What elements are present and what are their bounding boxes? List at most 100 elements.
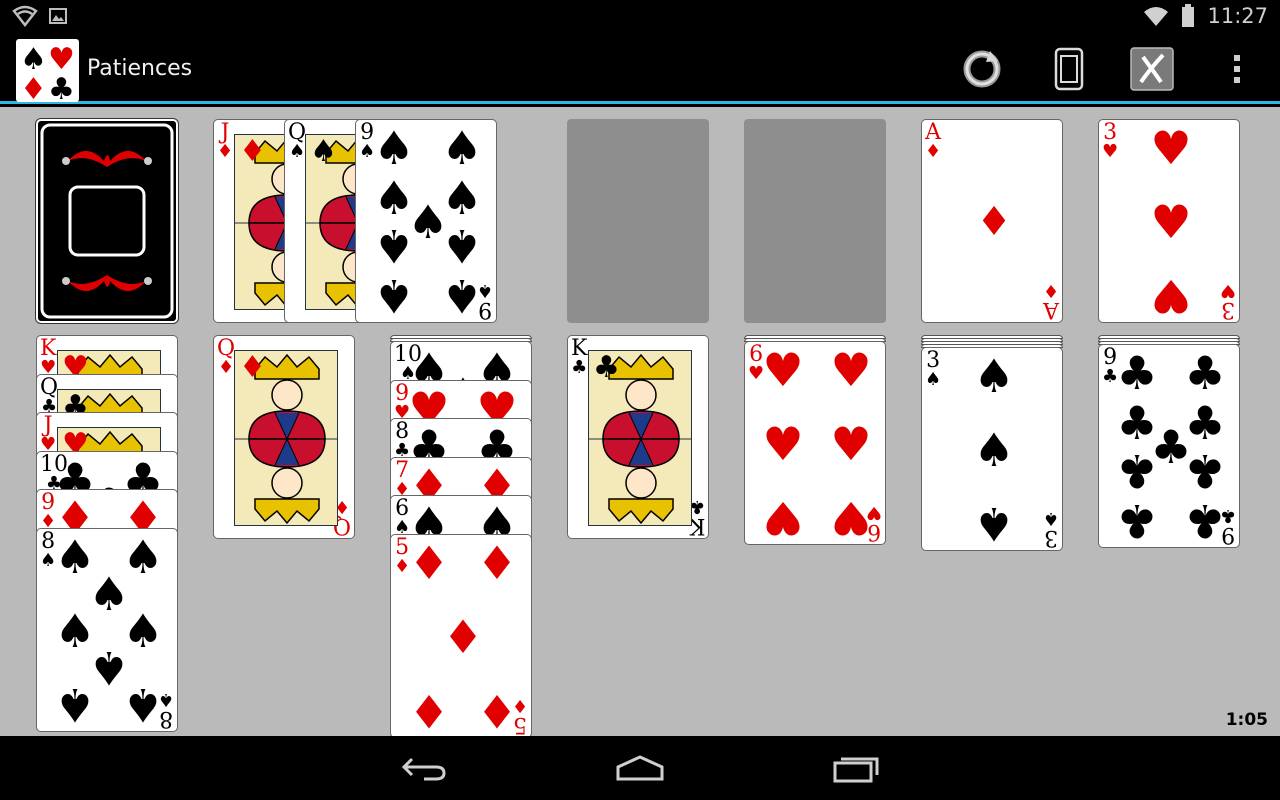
card-suit-icon: ♥: [762, 343, 804, 397]
card-index: J♥: [40, 415, 56, 454]
card-index: 3 ♥: [1102, 122, 1118, 161]
card-rank: 3: [1220, 297, 1235, 322]
navigation-bar: [0, 736, 1280, 800]
card-suit-icon: ♦: [239, 134, 266, 169]
card-suit-icon: ♣: [571, 357, 588, 378]
card-pips: ♦ ♦ ♦ ♦ ♦: [408, 540, 517, 737]
card-suit-icon: ♠: [925, 369, 942, 390]
tableau-card[interactable]: K ♣ K ♣ ♣: [567, 335, 709, 539]
foundation-slot-empty[interactable]: [567, 119, 709, 323]
card-index: 3 ♠: [1042, 508, 1059, 550]
restart-icon: [963, 50, 1001, 88]
card-suit-icon: ♠: [973, 497, 1015, 551]
tableau-card[interactable]: 3 ♠ 3 ♠ ♠ ♠ ♠: [921, 347, 1063, 551]
svg-text:♣: ♣: [48, 72, 75, 102]
card-suit-icon: ♠: [122, 678, 164, 732]
tableau-card[interactable]: 9 ♣ 9 ♣ ♣ ♣ ♣ ♣ ♣ ♣ ♣ ♣ ♣: [1098, 344, 1240, 548]
card-suit-icon: ♦: [442, 610, 484, 664]
card-suit-icon: ♠: [441, 219, 483, 273]
card-suit-icon: ♦: [217, 357, 235, 378]
wifi-icon: [1144, 7, 1169, 26]
card-suit-icon: ♠: [973, 423, 1015, 477]
card-suit-icon: ♠: [54, 678, 96, 732]
card-index: Q♠: [288, 122, 306, 161]
tableau-card[interactable]: 8 ♠ 8 ♠ ♠ ♠ ♠ ♠ ♠ ♠ ♠ ♠: [36, 528, 178, 732]
court-figure: ♦: [234, 350, 338, 526]
card-suit-icon: ♦: [408, 684, 450, 738]
cancel-icon: [1130, 47, 1174, 91]
recent-apps-button[interactable]: [827, 750, 887, 786]
card-index: 3 ♠: [925, 350, 941, 389]
card-pips: ♠ ♠ ♠: [944, 349, 1044, 551]
card-suit-icon: ♥: [830, 417, 872, 471]
game-timer: 1:05: [1225, 710, 1268, 730]
card-suit-icon: ♠: [288, 141, 306, 162]
card-suit-icon: ♠: [441, 269, 483, 323]
card-suit-icon: ♦: [1042, 280, 1059, 301]
overflow-menu-button[interactable]: [1214, 46, 1260, 92]
action-bar: ♠ ♥ ♦ ♣ Patiences: [0, 34, 1280, 104]
card-index: K ♣: [571, 338, 587, 377]
card-suit-icon: ♥: [1150, 269, 1192, 323]
card-index: Q♣: [40, 376, 58, 416]
card-pips: ♥ ♥ ♥ ♥ ♥ ♥: [762, 347, 871, 544]
back-icon: [401, 757, 446, 781]
stock-pile[interactable]: [36, 119, 178, 323]
clock: 11:27: [1207, 4, 1268, 28]
card-suit-icon: ♥: [1150, 121, 1192, 175]
home-icon: [616, 755, 664, 781]
card-suit-icon: ♣: [1184, 494, 1226, 548]
card-suit-icon: ♦: [239, 350, 266, 385]
back-button[interactable]: [394, 750, 454, 786]
card-suit-icon: ♣: [1116, 494, 1158, 548]
card-rank: A: [1042, 297, 1059, 322]
card-pips: ♥ ♥ ♥: [1121, 121, 1221, 323]
card-suit-icon: ♥: [830, 343, 872, 397]
rotate-device-button[interactable]: [1046, 46, 1092, 92]
card-suit-icon: ♥: [1102, 141, 1119, 162]
card-suit-icon: ♣: [593, 350, 620, 385]
tableau-card[interactable]: 5 ♦ 5 ♦ ♦ ♦ ♦ ♦ ♦: [390, 534, 532, 738]
card-suit-icon: ♦: [976, 199, 1012, 245]
card-pips: ♦: [944, 128, 1044, 316]
app-logo-icon[interactable]: ♠ ♥ ♦ ♣: [16, 39, 79, 102]
overflow-menu-icon: [1234, 55, 1240, 83]
status-bar: 11:27: [0, 0, 1280, 34]
card-suit-icon: ♣: [1116, 346, 1158, 400]
foundation-card[interactable]: 3 ♥ 3 ♥ ♥ ♥ ♥: [1098, 119, 1240, 323]
card-pips: ♠ ♠ ♠ ♠ ♠ ♠ ♠ ♠: [54, 534, 163, 731]
card-suit-icon: ♠: [373, 121, 415, 175]
card-suit-icon: ♦: [217, 141, 234, 162]
card-suit-icon: ♥: [762, 417, 804, 471]
game-table: J♦J♦♦Q♠Q♠♠9♠9♠♠♠♠♠♠♠♠♠♠A♦A♦♦3♥3♥♥♥♥K♥K♥♥…: [0, 107, 1280, 738]
restart-button[interactable]: [959, 46, 1005, 92]
card-suit-icon: ♣: [1184, 444, 1226, 498]
card-suit-icon: ♠: [973, 349, 1015, 403]
foundation-slot-empty[interactable]: [744, 119, 886, 323]
card-suit-icon: ♠: [1042, 508, 1059, 529]
card-suit-icon: ♦: [476, 536, 518, 590]
court-figure: ♣: [588, 350, 692, 526]
foundation-card[interactable]: A ♦ A ♦ ♦: [921, 119, 1063, 323]
card-suit-icon: ♠: [441, 121, 483, 175]
card-suit-icon: ♥: [1219, 280, 1236, 301]
card-suit-icon: ♥: [1150, 195, 1192, 249]
card-suit-icon: ♥: [830, 491, 872, 545]
tableau-card[interactable]: Q ♦ Q ♦ ♦: [213, 335, 355, 539]
card-index: A ♦: [1042, 280, 1059, 322]
svg-text:♦: ♦: [20, 72, 47, 102]
waste-card[interactable]: 9 ♠ 9 ♠ ♠ ♠ ♠ ♠ ♠ ♠ ♠ ♠ ♠: [355, 119, 497, 323]
card-suit-icon: ♠: [373, 219, 415, 273]
rotate-device-icon: [1054, 47, 1084, 91]
card-suit-icon: ♣: [1116, 444, 1158, 498]
cancel-button[interactable]: [1129, 46, 1175, 92]
card-pips: ♠ ♠ ♠ ♠ ♠ ♠ ♠ ♠ ♠: [373, 125, 482, 322]
tableau-card[interactable]: 6 ♥ 6 ♥ ♥ ♥ ♥ ♥ ♥ ♥: [744, 341, 886, 545]
app-title: Patiences: [87, 56, 193, 81]
card-suit-icon: ♠: [373, 269, 415, 323]
card-rank: 3: [1043, 525, 1058, 550]
card-suit-icon: ♠: [310, 134, 337, 169]
card-index: A ♦: [925, 122, 941, 161]
home-button[interactable]: [610, 750, 670, 786]
image-icon: [49, 8, 67, 24]
